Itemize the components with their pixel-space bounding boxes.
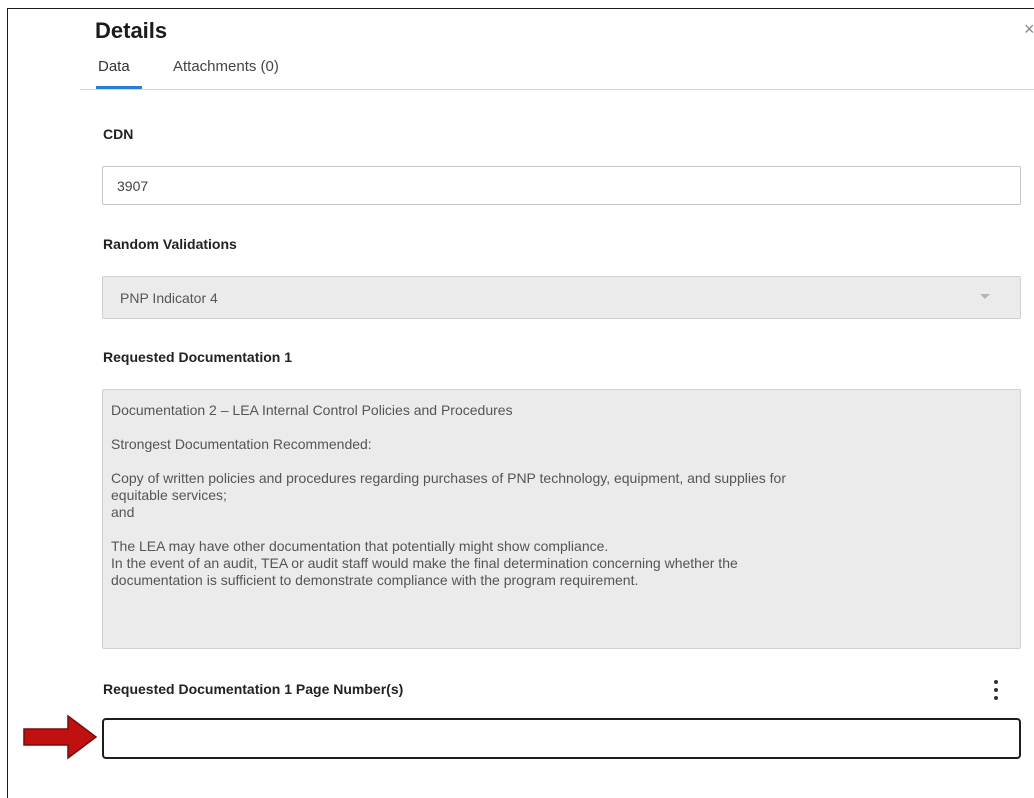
random-validations-select[interactable]: PNP Indicator 4 <box>102 276 1021 319</box>
doc-line: The LEA may have other documentation tha… <box>111 538 609 554</box>
chevron-down-icon <box>980 294 990 299</box>
doc-line: Copy of written policies and procedures … <box>111 470 786 486</box>
doc-line: and <box>111 504 135 520</box>
active-tab-indicator <box>96 86 142 89</box>
doc-line: documentation is sufficient to demonstra… <box>111 572 639 588</box>
arrow-right-icon <box>23 714 98 760</box>
doc-line-blank <box>111 419 1010 436</box>
doc-line-blank <box>111 521 1010 538</box>
requested-documentation-textarea[interactable]: Documentation 2 – LEA Internal Control P… <box>102 389 1021 649</box>
cdn-label: CDN <box>103 126 134 142</box>
requested-documentation-label: Requested Documentation 1 <box>103 349 293 365</box>
doc-line-blank <box>111 453 1010 470</box>
cdn-input[interactable]: 3907 <box>102 166 1021 205</box>
tab-attachments[interactable]: Attachments (0) <box>173 58 279 75</box>
doc-line: In the event of an audit, TEA or audit s… <box>111 555 738 571</box>
tab-bar: Data Attachments (0) <box>80 56 1034 90</box>
close-icon[interactable]: × <box>1024 19 1034 40</box>
random-validations-value: PNP Indicator 4 <box>120 290 218 306</box>
tab-data[interactable]: Data <box>98 58 130 75</box>
doc-line: Strongest Documentation Recommended: <box>111 436 372 452</box>
doc-line: Documentation 2 – LEA Internal Control P… <box>111 402 513 418</box>
page-numbers-input[interactable] <box>102 718 1021 759</box>
kebab-menu-icon[interactable] <box>990 678 1002 702</box>
panel-title: Details <box>95 18 168 43</box>
page-numbers-label: Requested Documentation 1 Page Number(s) <box>103 681 404 697</box>
random-validations-label: Random Validations <box>103 236 237 252</box>
doc-line: equitable services; <box>111 487 227 503</box>
